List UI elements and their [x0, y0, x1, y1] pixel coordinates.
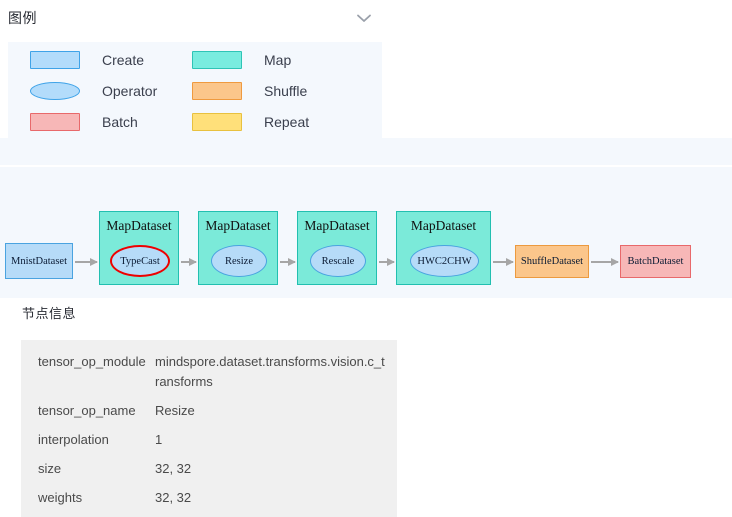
node-info-value: 32, 32: [155, 488, 397, 508]
node-info-key: tensor_op_name: [38, 401, 155, 421]
legend-header: 图例: [0, 0, 732, 42]
graph-node-title: MapDataset: [199, 218, 277, 234]
arrow-head-icon: [90, 258, 98, 266]
legend-swatch-create: [30, 51, 80, 69]
graph-node-title: MapDataset: [100, 218, 178, 234]
legend-item-batch[interactable]: Batch: [30, 106, 210, 138]
legend-swatch-shuffle: [192, 82, 242, 100]
graph-edge: [493, 261, 513, 263]
node-info-key: tensor_op_module: [38, 352, 155, 372]
legend-item-operator[interactable]: Operator: [30, 75, 210, 107]
graph-edge: [591, 261, 618, 263]
legend-label-create: Create: [102, 51, 144, 69]
node-info-value: 32, 32: [155, 459, 397, 479]
legend-column-left: Create Operator Batch: [30, 42, 210, 138]
node-info-key: weights: [38, 488, 155, 508]
arrow-head-icon: [189, 258, 197, 266]
node-info-key: size: [38, 459, 155, 479]
legend-label-operator: Operator: [102, 82, 157, 100]
legend-item-map[interactable]: Map: [192, 44, 372, 76]
legend-item-repeat[interactable]: Repeat: [192, 106, 372, 138]
legend-label-batch: Batch: [102, 113, 138, 131]
node-info-value: 1: [155, 430, 397, 450]
legend-panel: Create Operator Batch Map Shuffle Repeat: [8, 42, 382, 138]
legend-swatch-repeat: [192, 113, 242, 131]
legend-label-shuffle: Shuffle: [264, 82, 307, 100]
arrow-head-icon: [611, 258, 619, 266]
legend-swatch-batch: [30, 113, 80, 131]
legend-swatch-map: [192, 51, 242, 69]
graph-edge: [181, 261, 196, 263]
graph-edge: [75, 261, 97, 263]
node-info-row: tensor_op_modulemindspore.dataset.transf…: [21, 352, 397, 392]
node-info-row: interpolation1: [21, 430, 397, 450]
graph-node-map2[interactable]: MapDataset Resize: [198, 211, 278, 285]
legend-item-create[interactable]: Create: [30, 44, 210, 76]
legend-title: 图例: [8, 8, 37, 28]
arrow-head-icon: [288, 258, 296, 266]
chevron-down-icon[interactable]: [352, 6, 376, 30]
graph-node-title: MapDataset: [397, 218, 490, 234]
legend-spacer-band: [0, 138, 732, 165]
legend-label-map: Map: [264, 51, 291, 69]
graph-node-map3[interactable]: MapDataset Rescale: [297, 211, 377, 285]
node-info-value: Resize: [155, 401, 397, 421]
graph-node-batch[interactable]: BatchDataset: [620, 245, 691, 278]
graph-node-shuffle[interactable]: ShuffleDataset: [515, 245, 589, 278]
node-info-title: 节点信息: [22, 305, 76, 323]
node-info-table: tensor_op_modulemindspore.dataset.transf…: [21, 340, 397, 517]
node-info-row: size32, 32: [21, 459, 397, 479]
node-info-key: interpolation: [38, 430, 155, 450]
graph-edge: [280, 261, 295, 263]
arrow-head-icon: [387, 258, 395, 266]
legend-item-shuffle[interactable]: Shuffle: [192, 75, 372, 107]
legend-column-right: Map Shuffle Repeat: [192, 42, 372, 138]
dataset-pipeline-graph[interactable]: MnistDatasetMapDatasetTypeCastMapDataset…: [0, 167, 732, 298]
graph-node-title: MapDataset: [298, 218, 376, 234]
legend-label-repeat: Repeat: [264, 113, 309, 131]
graph-operator-typecast[interactable]: TypeCast: [110, 245, 170, 277]
node-info-row: weights32, 32: [21, 488, 397, 508]
graph-node-mnist[interactable]: MnistDataset: [5, 243, 73, 279]
graph-edge: [379, 261, 394, 263]
graph-operator-resize[interactable]: Resize: [211, 245, 267, 277]
graph-operator-hwc2chw[interactable]: HWC2CHW: [410, 245, 479, 277]
graph-node-map1[interactable]: MapDataset TypeCast: [99, 211, 179, 285]
arrow-head-icon: [506, 258, 514, 266]
graph-node-map4[interactable]: MapDataset HWC2CHW: [396, 211, 491, 285]
node-info-row: tensor_op_nameResize: [21, 401, 397, 421]
graph-operator-rescale[interactable]: Rescale: [310, 245, 366, 277]
node-info-value: mindspore.dataset.transforms.vision.c_tr…: [155, 352, 397, 392]
legend-swatch-operator: [30, 82, 80, 100]
